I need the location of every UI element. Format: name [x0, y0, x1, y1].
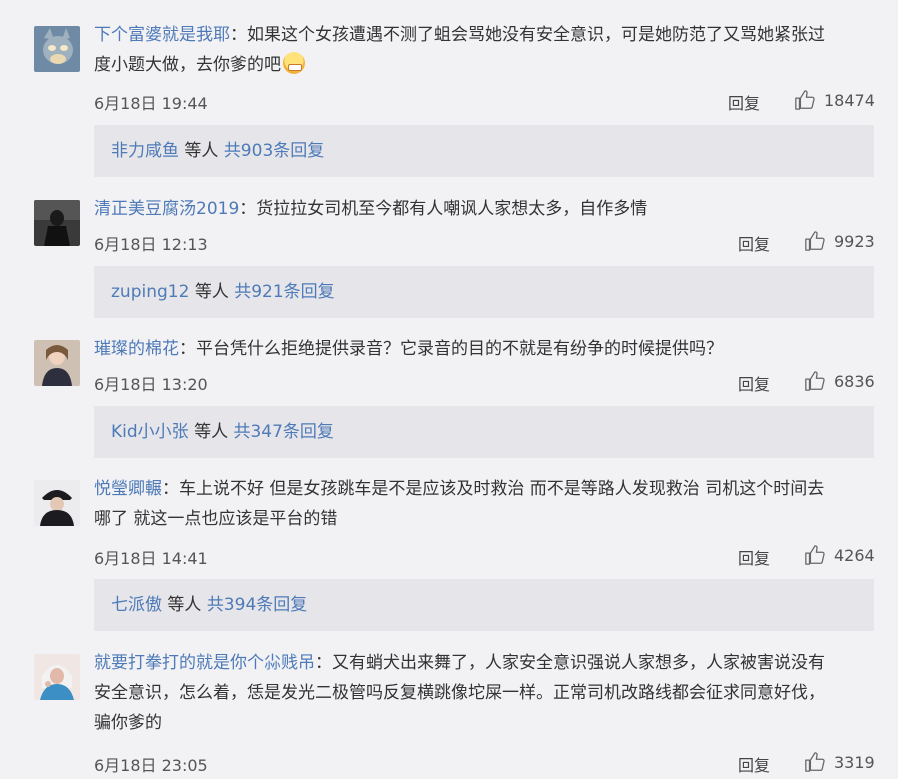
avatar[interactable] [34, 654, 80, 700]
sub-reply-user[interactable]: 非力咸鱼 [111, 141, 179, 161]
sub-replies-box[interactable]: Kid小小张 等人 共347条回复 [94, 406, 874, 458]
sub-reply-user[interactable]: zuping12 [111, 282, 189, 302]
comment-body: 如果这个女孩遭遇不测了蛆会骂她没有安全意识，可是她防范了又骂她紧张过 [247, 25, 825, 45]
avatar[interactable] [34, 480, 80, 526]
colon: ： [230, 25, 247, 45]
colon: ： [239, 199, 257, 219]
like-button[interactable]: 4264 [804, 543, 875, 567]
reply-button[interactable]: 回复 [738, 371, 770, 395]
comment-text: 清正美豆腐汤2019：货拉拉女司机至今都有人嘲讽人家想太多，自作多情 [94, 194, 874, 224]
reply-button[interactable]: 回复 [738, 752, 770, 776]
colon: ： [315, 653, 332, 673]
timestamp: 6月18日 12:13 [94, 235, 208, 254]
timestamp: 6月18日 14:41 [94, 549, 208, 568]
sub-replies-box[interactable]: 非力咸鱼 等人 共903条回复 [94, 125, 874, 177]
thumbs-up-icon [795, 90, 815, 110]
timestamp: 6月18日 13:20 [94, 375, 208, 394]
thumbs-up-icon [805, 545, 825, 565]
sub-replies-box[interactable]: zuping12 等人 共921条回复 [94, 266, 874, 318]
comment-meta: 6月18日 12:13 回复 9923 [94, 229, 875, 255]
sub-reply-user[interactable]: 七派傲 [111, 595, 162, 615]
sub-reply-text: 等人 [162, 595, 207, 615]
like-count: 3319 [834, 752, 875, 772]
sub-reply-count-link[interactable]: 共394条回复 [207, 595, 307, 615]
like-button[interactable]: 3319 [804, 750, 875, 774]
comment-username[interactable]: 璀璨的棉花 [94, 339, 179, 359]
timestamp: 6月18日 23:05 [94, 756, 208, 775]
comment-username[interactable]: 悦瑩卿輾 [94, 479, 162, 499]
comment-text: 就要打拳打的就是你个尛贱吊：又有蛸犬出来舞了，人家安全意识强说人家想多，人家被害… [94, 648, 874, 738]
like-button[interactable]: 18474 [794, 88, 875, 112]
comment-meta: 6月18日 19:44 回复 18474 [94, 88, 875, 114]
comment-meta: 6月18日 14:41 回复 4264 [94, 543, 875, 569]
like-count: 18474 [824, 90, 875, 110]
comment-username[interactable]: 下个富婆就是我耶 [94, 25, 230, 45]
comment-body: 哪了 就这一点也应该是平台的错 [94, 509, 338, 529]
comment-body: 车上说不好 但是女孩跳车是不是应该及时救治 而不是等路人发现救治 司机这个时间去 [179, 479, 825, 499]
reply-button[interactable]: 回复 [738, 231, 770, 255]
reply-button[interactable]: 回复 [738, 545, 770, 569]
colon: ： [179, 339, 196, 359]
avatar[interactable] [34, 340, 80, 386]
avatar[interactable] [34, 26, 80, 72]
like-button[interactable]: 6836 [804, 369, 875, 393]
sub-reply-count-link[interactable]: 共347条回复 [233, 422, 333, 442]
comment-body: 安全意识，怎么着，恁是发光二极管吗反复横跳像坨屎一样。正常司机改路线都会征求同意… [94, 683, 825, 703]
sub-reply-text: 等人 [188, 422, 234, 442]
thumbs-up-icon [805, 371, 825, 391]
comment-text: 下个富婆就是我耶：如果这个女孩遭遇不测了蛆会骂她没有安全意识，可是她防范了又骂她… [94, 20, 874, 80]
sub-reply-count-link[interactable]: 共903条回复 [224, 141, 324, 161]
timestamp: 6月18日 19:44 [94, 94, 208, 113]
comment-username[interactable]: 清正美豆腐汤2019 [94, 199, 239, 219]
like-count: 9923 [834, 231, 875, 251]
laughing-tears-emoji-icon [283, 52, 305, 74]
comment-body: 骗你爹的 [94, 713, 162, 733]
avatar[interactable] [34, 200, 80, 246]
comment-body: 平台凭什么拒绝提供录音？它录音的目的不就是有纷争的时候提供吗？ [196, 339, 723, 359]
comment-meta: 6月18日 13:20 回复 6836 [94, 369, 875, 395]
sub-reply-user[interactable]: Kid小小张 [111, 422, 189, 442]
comment-username[interactable]: 就要打拳打的就是你个尛贱吊 [94, 653, 315, 673]
comment-body: 度小题大做，去你爹的吧 [94, 55, 281, 75]
sub-reply-count-link[interactable]: 共921条回复 [234, 282, 334, 302]
comment-body: 货拉拉女司机至今都有人嘲讽人家想太多，自作多情 [256, 199, 648, 219]
thumbs-up-icon [805, 752, 825, 772]
like-count: 6836 [834, 371, 875, 391]
like-button[interactable]: 9923 [804, 229, 875, 253]
thumbs-up-icon [805, 231, 825, 251]
sub-reply-text: 等人 [189, 282, 235, 302]
sub-reply-text: 等人 [179, 141, 224, 161]
like-count: 4264 [834, 545, 875, 565]
colon: ： [162, 479, 179, 499]
comment-text: 璀璨的棉花：平台凭什么拒绝提供录音？它录音的目的不就是有纷争的时候提供吗？ [94, 334, 874, 364]
reply-button[interactable]: 回复 [728, 90, 760, 114]
sub-replies-box[interactable]: 七派傲 等人 共394条回复 [94, 579, 874, 631]
comment-text: 悦瑩卿輾：车上说不好 但是女孩跳车是不是应该及时救治 而不是等路人发现救治 司机… [94, 474, 874, 534]
comment-body: 又有蛸犬出来舞了，人家安全意识强说人家想多，人家被害说没有 [332, 653, 825, 673]
comment-meta: 6月18日 23:05 回复 3319 [94, 750, 875, 776]
